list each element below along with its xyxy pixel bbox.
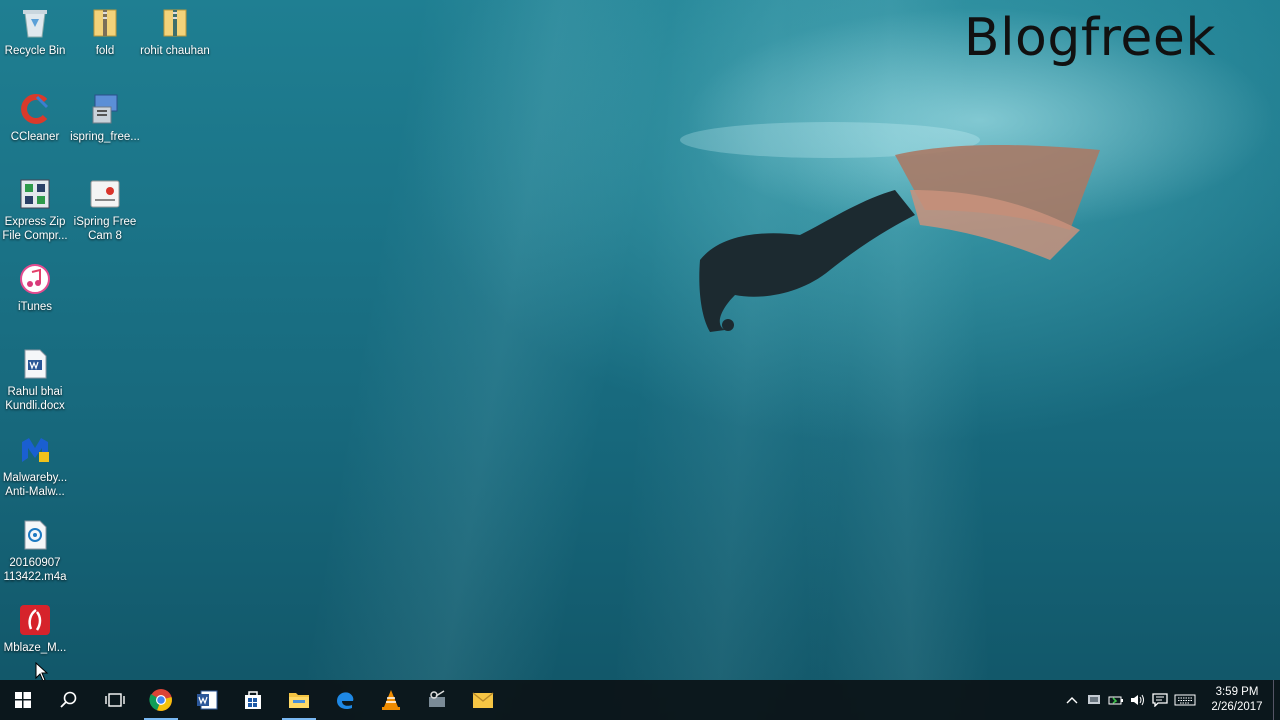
desktop-icon-label: ispring_free...	[70, 131, 140, 143]
express-zip-icon	[18, 177, 52, 211]
ispring-cam-icon	[88, 177, 122, 211]
word-icon	[197, 690, 218, 710]
desktop-icon-m4a-file[interactable]: 20160907 113422.m4a	[0, 518, 70, 584]
ccleaner-icon	[18, 92, 52, 126]
battery-icon	[1108, 696, 1123, 705]
chrome-icon	[149, 689, 172, 711]
start-button[interactable]	[0, 680, 46, 720]
desktop-icon-kundli-docx[interactable]: Rahul bhai Kundli.docx	[0, 347, 70, 413]
store-icon	[245, 691, 261, 709]
desktop-icon-express-zip[interactable]: Express Zip File Compr...	[0, 177, 70, 243]
tray-battery[interactable]	[1105, 680, 1127, 720]
taskbar-word[interactable]	[184, 680, 230, 720]
desktop-icon-label: Express Zip File Compr...	[2, 216, 68, 242]
display-icon	[1088, 695, 1100, 704]
taskbar-edge[interactable]	[322, 680, 368, 720]
desktop-icon-ccleaner[interactable]: CCleaner	[0, 92, 70, 144]
desktop-icon-label: CCleaner	[10, 131, 60, 143]
desktop-icon-label: Rahul bhai Kundli.docx	[5, 386, 65, 412]
malwarebytes-icon	[18, 433, 52, 467]
desktop-icon-label: Malwareby... Anti-Malw...	[2, 472, 68, 498]
desktop-icon-ispring-cam[interactable]: iSpring Free Cam 8	[70, 177, 140, 243]
desktop-icon-label: iSpring Free Cam 8	[73, 216, 137, 242]
desktop-icon-label: iTunes	[17, 301, 53, 313]
volume-icon	[1131, 694, 1144, 706]
task-view-button[interactable]	[92, 680, 138, 720]
desktop-icon-label: rohit chauhan	[140, 45, 210, 57]
taskbar-clock[interactable]: 3:59 PM 2/26/2017	[1207, 685, 1267, 715]
taskbar-file-explorer[interactable]	[276, 680, 322, 720]
installer-icon	[88, 92, 122, 126]
search-button[interactable]	[46, 680, 92, 720]
edge-icon	[337, 692, 354, 710]
taskbar: 3:59 PM 2/26/2017	[0, 680, 1280, 720]
wallpaper-light-rays	[0, 0, 1280, 720]
show-desktop-button[interactable]	[1273, 680, 1280, 720]
desktop-icon-label: 20160907 113422.m4a	[3, 557, 67, 583]
desktop-icon-label: fold	[95, 45, 115, 57]
mblaze-icon	[18, 603, 52, 637]
show-hidden-icons-button[interactable]	[1061, 680, 1083, 720]
zip-folder-icon	[158, 6, 192, 40]
keyboard-icon	[1174, 694, 1196, 706]
desktop-icon-ispring-free[interactable]: ispring_free...	[70, 92, 140, 144]
desktop-icon-rohit-chauhan[interactable]: rohit chauhan	[140, 6, 210, 58]
taskbar-store[interactable]	[230, 680, 276, 720]
clock-date: 2/26/2017	[1211, 701, 1263, 713]
mouse-cursor-icon	[35, 662, 49, 682]
clock-time: 3:59 PM	[1215, 686, 1259, 698]
taskbar-vlc[interactable]	[368, 680, 414, 720]
tray-action-center[interactable]	[1149, 680, 1171, 720]
chevron-up-icon	[1066, 697, 1078, 704]
desktop-icon-label: Recycle Bin	[4, 45, 66, 57]
recycle-bin-icon	[18, 6, 52, 40]
task-view-icon	[105, 693, 125, 707]
taskbar-chrome[interactable]	[138, 680, 184, 720]
desktop-icon-fold[interactable]: fold	[70, 6, 140, 58]
system-tray: 3:59 PM 2/26/2017	[1061, 680, 1280, 720]
desktop-icon-recycle-bin[interactable]: Recycle Bin	[0, 6, 70, 58]
mail-icon	[472, 692, 494, 708]
zip-folder-icon	[88, 6, 122, 40]
docx-file-icon	[18, 347, 52, 381]
tray-keyboard[interactable]	[1171, 680, 1199, 720]
desktop-icon-mblaze[interactable]: Mblaze_M...	[0, 603, 70, 655]
tray-volume[interactable]	[1127, 680, 1149, 720]
desktop-icon-malwarebytes[interactable]: Malwareby... Anti-Malw...	[0, 433, 70, 499]
audio-file-icon	[18, 518, 52, 552]
desktop-icon-itunes[interactable]: iTunes	[0, 262, 70, 314]
search-icon	[60, 691, 77, 708]
file-explorer-icon	[289, 693, 309, 708]
taskbar-mail[interactable]	[460, 680, 506, 720]
desktop-icon-label: Mblaze_M...	[3, 642, 67, 654]
vlc-icon	[382, 690, 400, 710]
watermark-text: Blogfreek	[963, 8, 1216, 68]
tray-display[interactable]	[1083, 680, 1105, 720]
start-icon	[15, 692, 31, 708]
wallpaper-diver-image	[680, 122, 1100, 332]
snipping-tool-icon	[429, 690, 445, 707]
notification-icon	[1152, 693, 1168, 707]
taskbar-snipping-tool[interactable]	[414, 680, 460, 720]
itunes-icon	[18, 262, 52, 296]
